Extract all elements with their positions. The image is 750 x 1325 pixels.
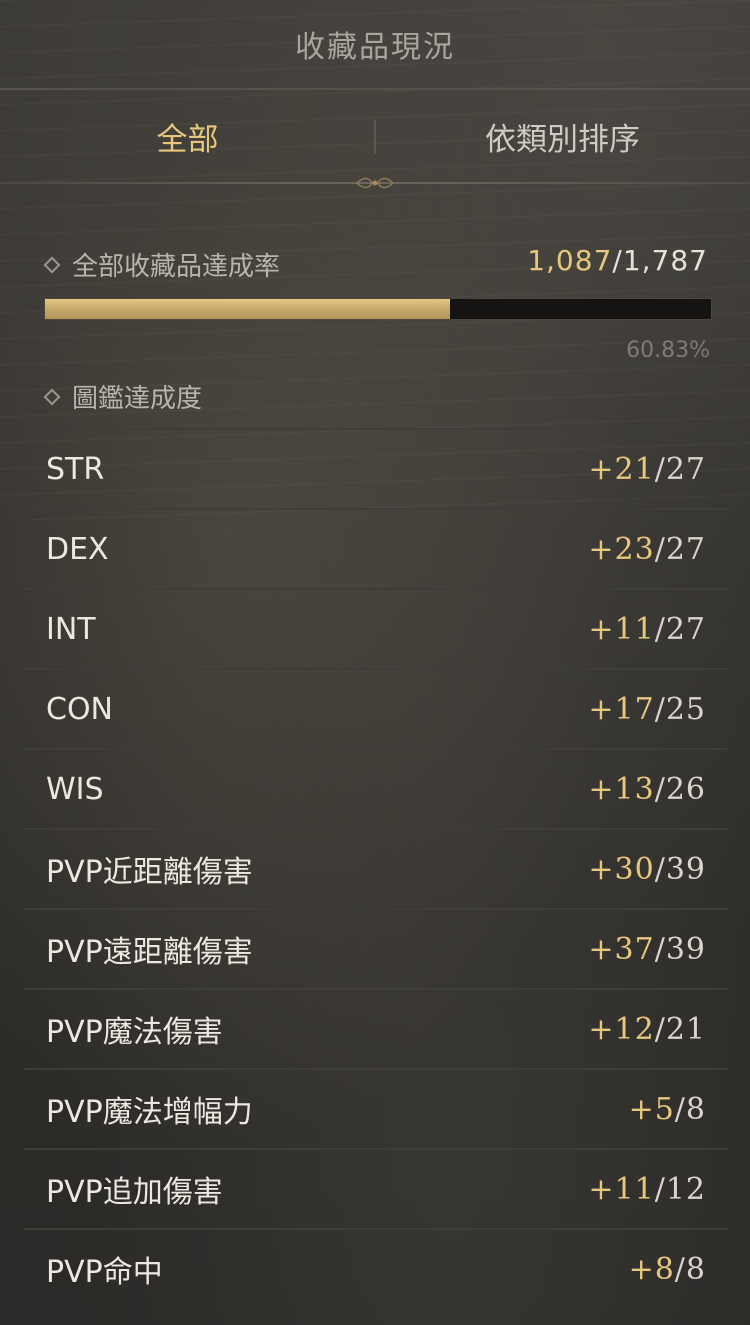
overall-progress-fill — [45, 299, 451, 319]
stat-separator: / — [654, 611, 666, 647]
stat-name: DEX — [46, 531, 109, 567]
stat-name: PVP魔法傷害 — [46, 1015, 223, 1050]
stat-current: +23 — [588, 531, 655, 567]
stat-row-str: STR +21/27 — [24, 428, 728, 508]
stat-max: 21 — [665, 1011, 706, 1047]
stat-separator: / — [674, 1251, 686, 1287]
stat-separator: / — [654, 691, 666, 727]
codex-label: 圖鑑達成度 — [72, 384, 203, 414]
stat-value: +23/27 — [588, 532, 706, 567]
stat-value: +5/8 — [629, 1092, 706, 1127]
tab-all[interactable]: 全部 — [0, 92, 375, 180]
stat-max: 39 — [665, 931, 706, 967]
stat-row-pvp-magic-amplify: PVP魔法增幅力 +5/8 — [24, 1068, 728, 1148]
stat-row-con: CON +17/25 — [24, 668, 728, 748]
overall-rate-label-row: 全部收藏品達成率 — [43, 246, 281, 283]
stat-separator: / — [674, 1091, 686, 1127]
stat-max: 27 — [665, 451, 706, 487]
overall-total: 1,787 — [622, 244, 708, 277]
stat-current: +30 — [588, 851, 655, 887]
stat-row-pvp-extra-damage: PVP追加傷害 +11/12 — [24, 1148, 728, 1228]
tab-sort-by-category[interactable]: 依類別排序 — [375, 92, 750, 180]
stat-value: +8/8 — [629, 1252, 706, 1287]
stat-max: 8 — [685, 1251, 706, 1287]
page-title: 收藏品現況 — [295, 30, 455, 65]
stat-max: 12 — [665, 1171, 706, 1207]
stat-row-wis: WIS +13/26 — [24, 748, 728, 828]
overall-progress-bar — [44, 298, 712, 320]
stat-name: STR — [46, 451, 105, 487]
stat-value: +17/25 — [588, 692, 706, 727]
tab-divider — [374, 120, 376, 154]
stat-name: PVP追加傷害 — [46, 1175, 223, 1210]
stat-max: 25 — [665, 691, 706, 727]
stat-separator: / — [654, 1011, 666, 1047]
stat-current: +5 — [628, 1091, 675, 1127]
stat-name: WIS — [46, 771, 104, 807]
stat-current: +17 — [588, 691, 655, 727]
stat-value: +30/39 — [588, 852, 706, 887]
stat-name: PVP命中 — [46, 1255, 163, 1290]
stat-separator: / — [654, 851, 666, 887]
stat-row-pvp-hit: PVP命中 +8/8 — [24, 1228, 728, 1308]
diamond-icon — [43, 388, 61, 405]
stat-row-int: INT +11/27 — [24, 588, 728, 668]
stat-value: +11/12 — [588, 1172, 706, 1207]
stat-separator: / — [654, 531, 666, 567]
stat-value: +12/21 — [588, 1012, 706, 1047]
stat-current: +11 — [588, 1171, 655, 1207]
stat-name: PVP近距離傷害 — [46, 855, 253, 890]
stat-row-pvp-ranged-damage: PVP遠距離傷害 +37/39 — [24, 908, 728, 988]
stat-separator: / — [654, 1171, 666, 1207]
overall-rate-label: 全部收藏品達成率 — [72, 252, 281, 282]
overall-percent: 60.83% — [626, 338, 710, 363]
stat-value: +13/26 — [588, 772, 706, 807]
stat-row-pvp-magic-damage: PVP魔法傷害 +12/21 — [24, 988, 728, 1068]
diamond-icon — [43, 256, 61, 273]
stat-list: STR +21/27 DEX +23/27 INT +11/27 CON +17… — [24, 428, 728, 1308]
stat-name: PVP魔法增幅力 — [46, 1095, 253, 1130]
tab-bar: 全部 依類別排序 — [0, 92, 750, 180]
stat-name: INT — [46, 611, 96, 647]
stat-row-dex: DEX +23/27 — [24, 508, 728, 588]
stat-current: +11 — [588, 611, 655, 647]
stat-current: +12 — [588, 1011, 655, 1047]
ornament-icon — [355, 177, 395, 189]
stat-current: +8 — [628, 1251, 675, 1287]
stat-max: 27 — [665, 531, 706, 567]
overall-current: 1,087 — [527, 244, 613, 277]
overall-separator: / — [612, 244, 623, 277]
stat-max: 8 — [685, 1091, 706, 1127]
stat-value: +11/27 — [588, 612, 706, 647]
stat-current: +13 — [588, 771, 655, 807]
stat-separator: / — [654, 931, 666, 967]
stat-separator: / — [654, 771, 666, 807]
stat-max: 27 — [665, 611, 706, 647]
stat-current: +37 — [588, 931, 655, 967]
overall-rate-value: 1,087/1,787 — [527, 244, 708, 277]
stat-name: PVP遠距離傷害 — [46, 935, 253, 970]
stat-current: +21 — [588, 451, 655, 487]
stat-name: CON — [46, 691, 114, 727]
title-divider — [0, 88, 750, 90]
codex-label-row: 圖鑑達成度 — [43, 378, 203, 415]
stat-row-pvp-melee-damage: PVP近距離傷害 +30/39 — [24, 828, 728, 908]
stat-max: 39 — [665, 851, 706, 887]
stat-value: +37/39 — [588, 932, 706, 967]
stat-separator: / — [654, 451, 666, 487]
stat-max: 26 — [665, 771, 706, 807]
stat-value: +21/27 — [588, 452, 706, 487]
